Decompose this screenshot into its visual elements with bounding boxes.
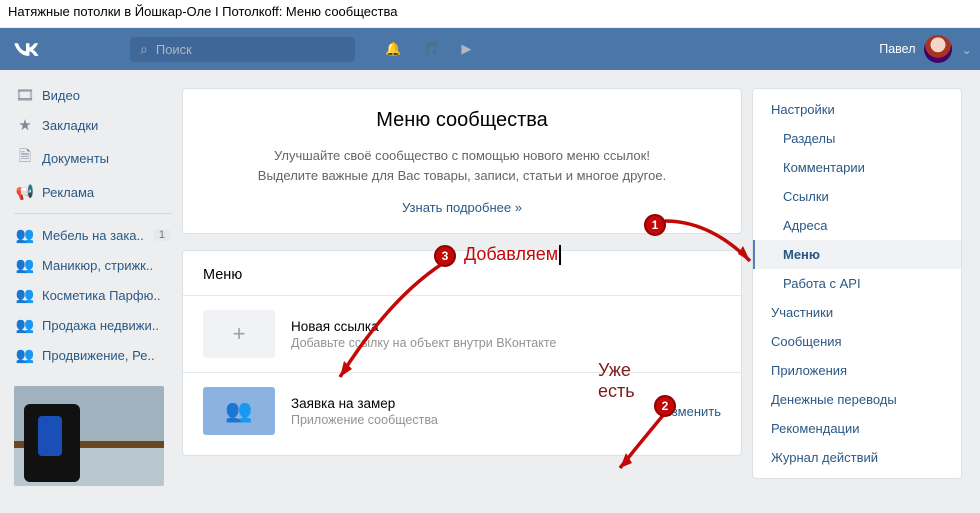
badge: 1 <box>154 229 170 241</box>
rnav-links[interactable]: Ссылки <box>753 182 961 211</box>
nav-label: Продажа недвижи.. <box>42 318 159 333</box>
main-content: Меню сообщества Улучшайте своё сообществ… <box>182 70 742 456</box>
search-box[interactable]: ⌕ <box>130 37 355 62</box>
rnav-recs[interactable]: Рекомендации <box>753 414 961 443</box>
plus-icon: + <box>203 310 275 358</box>
settings-nav: Настройки Разделы Комментарии Ссылки Адр… <box>752 88 962 479</box>
item-title: Заявка на замер <box>291 396 438 411</box>
rnav-menu[interactable]: Меню <box>753 240 961 269</box>
vk-logo[interactable] <box>12 41 40 57</box>
browser-tab-title: Натяжные потолки в Йошкар-Оле I Потолкof… <box>0 0 980 28</box>
doc-icon: 🗎 <box>16 146 34 171</box>
rnav-comments[interactable]: Комментарии <box>753 153 961 182</box>
nav-ads[interactable]: 📢 Реклама <box>10 177 176 207</box>
intro-text-1: Улучшайте своё сообщество с помощью ново… <box>203 146 721 166</box>
ad-thumbnail[interactable] <box>14 386 164 486</box>
nav-group[interactable]: 👥 Маникюр, стрижк.. <box>10 250 176 280</box>
user-name: Павел <box>879 42 915 56</box>
left-nav: 🎞 Видео ★ Закладки 🗎 Документы 📢 Реклама… <box>8 70 176 486</box>
nav-label: Видео <box>42 88 80 103</box>
separator <box>14 213 172 214</box>
nav-label: Маникюр, стрижк.. <box>42 258 153 273</box>
rnav-members[interactable]: Участники <box>753 298 961 327</box>
nav-label: Продвижение, Ре.. <box>42 348 155 363</box>
intro-text-2: Выделите важные для Вас товары, записи, … <box>203 166 721 186</box>
menu-item-new-link[interactable]: + Новая ссылка Добавьте ссылку на объект… <box>183 295 741 372</box>
megaphone-icon: 📢 <box>16 183 34 201</box>
nav-docs[interactable]: 🗎 Документы <box>10 140 176 177</box>
nav-label: Закладки <box>42 118 98 133</box>
page-title: Меню сообщества <box>203 109 721 132</box>
nav-label: Документы <box>42 151 109 166</box>
topbar: ⌕ 🔔 🎵 ▶ Павел ⌄ <box>0 28 980 70</box>
nav-label: Реклама <box>42 185 94 200</box>
nav-label: Косметика Парфю.. <box>42 288 161 303</box>
rnav-payments[interactable]: Денежные переводы <box>753 385 961 414</box>
chevron-down-icon: ⌄ <box>962 42 972 57</box>
player-icon[interactable]: ▶ <box>461 41 471 57</box>
intro-card: Меню сообщества Улучшайте своё сообществ… <box>182 88 742 234</box>
search-icon: ⌕ <box>140 41 148 58</box>
annotation-arrow-2 <box>600 408 690 478</box>
group-icon: 👥 <box>16 256 34 274</box>
menu-card-header: Меню <box>183 251 741 295</box>
rnav-settings[interactable]: Настройки <box>753 95 961 124</box>
avatar <box>924 35 952 63</box>
group-icon: 👥 <box>16 346 34 364</box>
rnav-addresses[interactable]: Адреса <box>753 211 961 240</box>
nav-label: Мебель на зака.. <box>42 228 144 243</box>
nav-group[interactable]: 👥 Косметика Парфю.. <box>10 280 176 310</box>
search-input[interactable] <box>156 42 326 57</box>
rnav-api[interactable]: Работа с API <box>753 269 961 298</box>
group-icon: 👥 <box>16 286 34 304</box>
nav-video[interactable]: 🎞 Видео <box>10 80 176 110</box>
rnav-messages[interactable]: Сообщения <box>753 327 961 356</box>
notifications-icon[interactable]: 🔔 <box>385 41 401 57</box>
learn-more-link[interactable]: Узнать подробнее » <box>402 200 522 215</box>
user-menu[interactable]: Павел ⌄ <box>879 35 972 63</box>
rnav-apps[interactable]: Приложения <box>753 356 961 385</box>
nav-group[interactable]: 👥 Продвижение, Ре.. <box>10 340 176 370</box>
nav-bookmarks[interactable]: ★ Закладки <box>10 110 176 140</box>
video-icon: 🎞 <box>16 86 34 104</box>
nav-group[interactable]: 👥 Продажа недвижи.. <box>10 310 176 340</box>
annotation-arrow-3 <box>330 257 460 387</box>
group-icon: 👥 <box>16 226 34 244</box>
star-icon: ★ <box>16 116 34 134</box>
vk-logo-icon <box>12 41 40 57</box>
nav-group[interactable]: 👥 Мебель на зака.. 1 <box>10 220 176 250</box>
item-subtitle: Приложение сообщества <box>291 413 438 427</box>
rnav-sections[interactable]: Разделы <box>753 124 961 153</box>
annotation-arrow-1 <box>660 216 760 276</box>
rnav-log[interactable]: Журнал действий <box>753 443 961 472</box>
people-icon: 👥 <box>203 387 275 435</box>
music-icon[interactable]: 🎵 <box>423 41 439 57</box>
group-icon: 👥 <box>16 316 34 334</box>
